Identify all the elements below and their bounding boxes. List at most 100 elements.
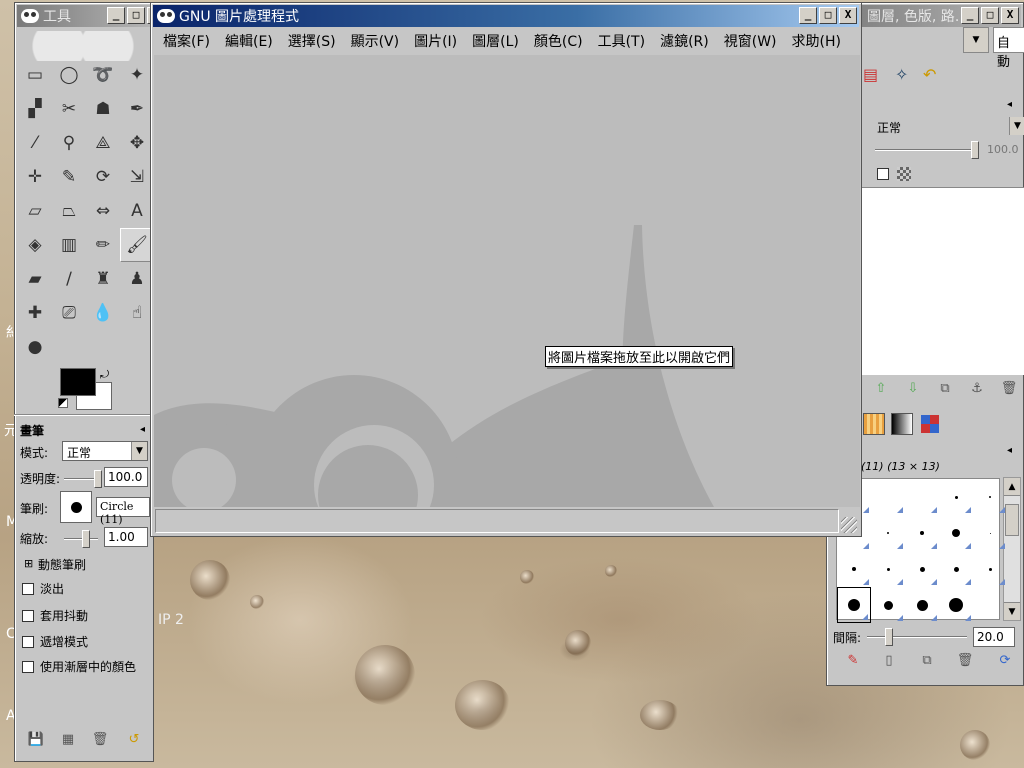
- palettes-tab-icon[interactable]: [921, 415, 939, 433]
- scale-slider[interactable]: [64, 530, 98, 548]
- lower-layer-icon[interactable]: ⇩: [903, 381, 923, 396]
- blend-icon[interactable]: ▥: [52, 228, 86, 262]
- airbrush-icon[interactable]: ∕: [52, 262, 86, 296]
- duplicate-layer-icon[interactable]: ⧉: [935, 381, 955, 396]
- move-icon[interactable]: ✥: [120, 126, 154, 160]
- reset-options-icon[interactable]: ↺: [124, 732, 144, 747]
- menu-item[interactable]: 求助(H): [784, 31, 848, 51]
- eraser-icon[interactable]: ▰: [18, 262, 52, 296]
- rect-select-icon[interactable]: ▭: [18, 58, 52, 92]
- brush-cell[interactable]: [871, 479, 905, 515]
- auto-button[interactable]: 自動: [993, 27, 1024, 70]
- shear-icon[interactable]: ▱: [18, 194, 52, 228]
- brush-cell[interactable]: [871, 587, 905, 623]
- brush-cell[interactable]: [837, 551, 871, 587]
- maximize-button[interactable]: □: [819, 7, 837, 24]
- main-titlebar[interactable]: GNU 圖片處理程式 _ □ X: [153, 5, 859, 27]
- perspective-icon[interactable]: ⏢: [52, 194, 86, 228]
- ellipse-select-icon[interactable]: ◯: [52, 58, 86, 92]
- minimize-button[interactable]: _: [961, 7, 979, 24]
- menu-item[interactable]: 檔案(F): [155, 31, 217, 51]
- brush-cell[interactable]: [871, 551, 905, 587]
- brush-cell[interactable]: [905, 515, 939, 551]
- align-icon[interactable]: ✛: [18, 160, 52, 194]
- scale-icon[interactable]: ⇲: [120, 160, 154, 194]
- scissors-icon[interactable]: ✂: [52, 92, 86, 126]
- maximize-button[interactable]: □: [127, 7, 145, 24]
- tab-menu-icon[interactable]: ◂: [140, 424, 145, 435]
- delete-layer-icon[interactable]: 🗑: [999, 381, 1019, 396]
- slider-knob[interactable]: [82, 530, 90, 548]
- brush-preview-button[interactable]: [60, 491, 92, 523]
- foreground-color-swatch[interactable]: [60, 368, 96, 396]
- pencil-icon[interactable]: ✏: [86, 228, 120, 262]
- layers-tab-icon[interactable]: ▤: [863, 65, 878, 84]
- opacity-input[interactable]: 100.0: [104, 467, 148, 487]
- tab-menu-icon[interactable]: ◂: [1007, 445, 1012, 456]
- select-by-color-icon[interactable]: ▞: [18, 92, 52, 126]
- brush-cell[interactable]: [939, 551, 973, 587]
- minimize-button[interactable]: _: [107, 7, 125, 24]
- menu-item[interactable]: 圖層(L): [464, 31, 526, 51]
- brush-cell[interactable]: [905, 551, 939, 587]
- patterns-tab-icon[interactable]: [863, 413, 885, 435]
- rotate-icon[interactable]: ⟳: [86, 160, 120, 194]
- menu-item[interactable]: 選擇(S): [280, 31, 343, 51]
- spacing-input[interactable]: 20.0: [973, 627, 1015, 647]
- gradient-color-checkbox-row[interactable]: 使用漸層中的顏色: [22, 658, 136, 675]
- slider-knob[interactable]: [885, 628, 894, 646]
- raise-layer-icon[interactable]: ⇧: [871, 381, 891, 396]
- toolbox-titlebar[interactable]: 工具 _ □ X: [17, 5, 165, 27]
- layer-mode-select[interactable]: 正常 ▼: [873, 117, 1024, 137]
- delete-options-icon[interactable]: 🗑: [90, 732, 110, 747]
- brush-cell[interactable]: [973, 551, 1007, 587]
- menu-item[interactable]: 顯示(V): [343, 31, 407, 51]
- gradients-tab-icon[interactable]: [891, 413, 913, 435]
- brush-cell[interactable]: [837, 587, 871, 623]
- menu-item[interactable]: 視窗(W): [716, 31, 784, 51]
- resize-grip-icon[interactable]: [841, 517, 857, 533]
- flip-icon[interactable]: ⇔: [86, 194, 120, 228]
- paintbrush-icon[interactable]: 🖌: [120, 228, 154, 262]
- image-combo-arrow[interactable]: ▼: [963, 27, 989, 53]
- measure-icon[interactable]: ⟁: [86, 126, 120, 160]
- delete-brush-icon[interactable]: 🗑: [955, 653, 975, 668]
- free-select-icon[interactable]: ➰: [86, 58, 120, 92]
- slider-knob[interactable]: [94, 470, 102, 488]
- jitter-checkbox-row[interactable]: 套用抖動: [22, 607, 88, 624]
- clone-icon[interactable]: ♟: [120, 262, 154, 296]
- heal-icon[interactable]: ✚: [18, 296, 52, 330]
- fade-checkbox[interactable]: [22, 582, 34, 595]
- jitter-checkbox[interactable]: [22, 609, 34, 622]
- new-brush-icon[interactable]: ▯: [879, 653, 899, 668]
- menu-item[interactable]: 編輯(E): [217, 31, 280, 51]
- restore-options-icon[interactable]: ▦: [58, 732, 78, 747]
- image-drop-area[interactable]: [154, 55, 860, 507]
- blur-icon[interactable]: 💧: [86, 296, 120, 330]
- brush-cell[interactable]: [973, 479, 1007, 515]
- brush-name-field[interactable]: Circle (11): [96, 497, 150, 526]
- fuzzy-select-icon[interactable]: ✦: [120, 58, 154, 92]
- dynamics-expander[interactable]: 動態筆刷: [38, 556, 86, 573]
- fade-checkbox-row[interactable]: 淡出: [22, 580, 64, 597]
- minimize-button[interactable]: _: [799, 7, 817, 24]
- duplicate-brush-icon[interactable]: ⧉: [917, 653, 937, 668]
- brush-cell[interactable]: [939, 479, 973, 515]
- brush-cell[interactable]: [871, 515, 905, 551]
- swap-colors-icon[interactable]: ⤾: [100, 368, 109, 382]
- edit-brush-icon[interactable]: ✎: [843, 653, 863, 668]
- brush-cell[interactable]: [939, 515, 973, 551]
- dodge-burn-icon[interactable]: ●: [18, 330, 52, 364]
- text-icon[interactable]: A: [120, 194, 154, 228]
- lock-alpha-checkbox[interactable]: [877, 168, 889, 180]
- smudge-icon[interactable]: ☝: [120, 296, 154, 330]
- menu-item[interactable]: 工具(T): [590, 31, 652, 51]
- expander-plus-icon[interactable]: ⊞: [24, 557, 33, 570]
- brush-cell[interactable]: [905, 479, 939, 515]
- incremental-checkbox-row[interactable]: 遞增模式: [22, 633, 88, 650]
- menu-item[interactable]: 顏色(C): [526, 31, 590, 51]
- menu-item[interactable]: 圖片(I): [406, 31, 464, 51]
- perspective-clone-icon[interactable]: ⎚: [52, 296, 86, 330]
- save-options-icon[interactable]: 💾: [26, 732, 46, 747]
- mode-select[interactable]: 正常 ▼: [62, 441, 148, 461]
